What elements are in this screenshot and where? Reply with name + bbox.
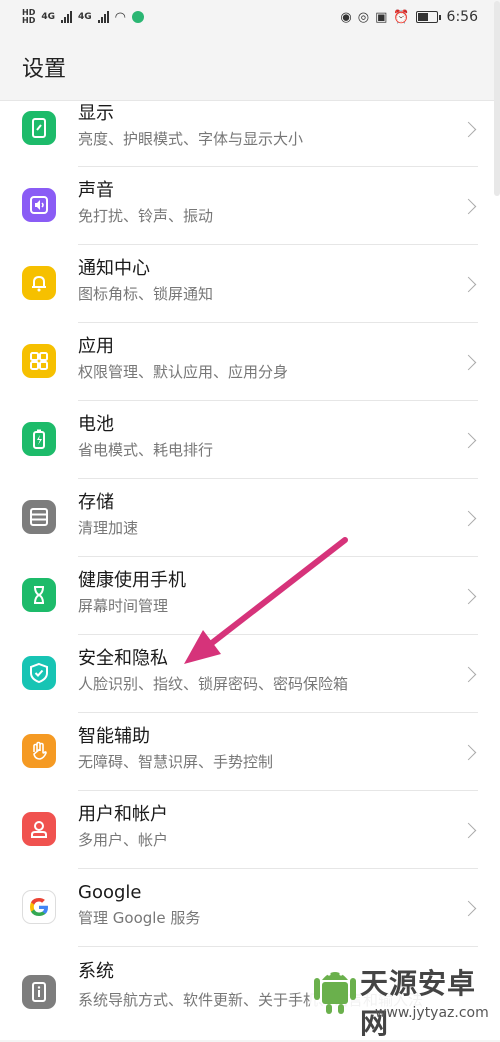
- chevron-right-icon: [460, 354, 477, 371]
- settings-item-title: 显示: [78, 103, 114, 124]
- hd-icon: HD: [22, 16, 36, 25]
- settings-item-title: Google: [78, 882, 142, 903]
- sound-icon: [22, 188, 56, 222]
- settings-item-subtitle: 亮度、护眼模式、字体与显示大小: [78, 130, 304, 148]
- settings-item-users-accounts[interactable]: 用户和帐户 多用户、帐户: [0, 791, 500, 868]
- status-bar: HD HD 4G 4G ◠ ◉ ◎ ▣ ⏰ 6:56: [0, 0, 500, 34]
- settings-item-storage[interactable]: 存储 清理加速: [0, 479, 500, 556]
- settings-item-security-privacy[interactable]: 安全和隐私 人脸识别、指纹、锁屏密码、密码保险箱: [0, 635, 500, 712]
- settings-item-display[interactable]: 显示 亮度、护眼模式、字体与显示大小: [0, 90, 500, 167]
- settings-item-subtitle: 多用户、帐户: [78, 831, 169, 849]
- watermark-logo-icon: [314, 972, 356, 1014]
- bell-icon: [22, 266, 56, 300]
- user-icon: [22, 812, 56, 846]
- settings-item-subtitle: 免打扰、铃声、振动: [78, 207, 214, 225]
- settings-item-title: 用户和帐户: [78, 804, 168, 825]
- status-bar-right: ◉ ◎ ▣ ⏰ 6:56: [340, 9, 478, 25]
- eye-icon: ◎: [357, 9, 370, 25]
- apps-grid-icon: [22, 344, 56, 378]
- settings-item-subtitle: 管理 Google 服务: [78, 909, 201, 927]
- settings-item-title: 存储: [78, 492, 114, 513]
- chevron-right-icon: [460, 276, 477, 293]
- settings-item-subtitle: 清理加速: [78, 519, 139, 537]
- storage-icon: [22, 500, 56, 534]
- chevron-right-icon: [460, 900, 477, 917]
- settings-item-google[interactable]: Google 管理 Google 服务: [0, 869, 500, 946]
- settings-item-subtitle: 权限管理、默认应用、应用分身: [78, 363, 289, 381]
- settings-item-subtitle: 省电模式、耗电排行: [78, 441, 214, 459]
- hand-icon: [22, 734, 56, 768]
- network-type-label: 4G: [41, 12, 55, 22]
- alarm-icon: ⏰: [393, 9, 410, 25]
- shield-icon: [22, 656, 56, 690]
- chevron-right-icon: [460, 822, 477, 839]
- settings-item-subtitle: 图标角标、锁屏通知: [78, 285, 214, 303]
- battery-icon: [22, 422, 56, 456]
- system-info-icon: [22, 975, 56, 1009]
- google-icon: [22, 890, 56, 924]
- display-icon: [22, 111, 56, 145]
- chevron-right-icon: [460, 510, 477, 527]
- clock-time: 6:56: [446, 9, 478, 25]
- chevron-right-icon: [460, 588, 477, 605]
- status-bar-left: HD HD 4G 4G ◠: [22, 9, 144, 25]
- wifi-icon: ◠: [114, 9, 126, 25]
- settings-item-sound[interactable]: 声音 免打扰、铃声、振动: [0, 167, 500, 244]
- app-notification-icon: [132, 11, 144, 23]
- settings-item-title: 安全和隐私: [78, 648, 168, 669]
- settings-item-subtitle: 屏幕时间管理: [78, 597, 169, 615]
- settings-item-title: 智能辅助: [78, 726, 150, 747]
- signal-icon: [61, 11, 72, 23]
- network-type-label: 4G: [78, 12, 92, 22]
- settings-item-smart-assistance[interactable]: 智能辅助 无障碍、智慧识屏、手势控制: [0, 713, 500, 790]
- settings-item-notifications[interactable]: 通知中心 图标角标、锁屏通知: [0, 245, 500, 322]
- watermark-url: www.jytyaz.com: [375, 1005, 489, 1021]
- chevron-right-icon: [460, 121, 477, 138]
- hourglass-icon: [22, 578, 56, 612]
- chevron-right-icon: [460, 198, 477, 215]
- signal-icon: [97, 11, 109, 23]
- chevron-right-icon: [460, 432, 477, 449]
- settings-item-title: 健康使用手机: [78, 570, 186, 591]
- hd-indicators: HD HD: [22, 9, 35, 25]
- scrollbar-thumb[interactable]: [494, 1, 500, 196]
- eye-comfort-icon: ◉: [340, 9, 352, 25]
- settings-item-digital-balance[interactable]: 健康使用手机 屏幕时间管理: [0, 557, 500, 634]
- settings-item-subtitle: 人脸识别、指纹、锁屏密码、密码保险箱: [78, 675, 349, 693]
- settings-item-battery[interactable]: 电池 省电模式、耗电排行: [0, 401, 500, 478]
- nfc-icon: ▣: [375, 9, 388, 25]
- settings-item-subtitle: 无障碍、智慧识屏、手势控制: [78, 753, 274, 771]
- settings-item-title: 通知中心: [78, 258, 150, 279]
- settings-item-title: 应用: [78, 336, 114, 357]
- settings-item-title: 声音: [78, 180, 114, 201]
- settings-item-apps[interactable]: 应用 权限管理、默认应用、应用分身: [0, 323, 500, 400]
- watermark-site-name: 天源安卓网: [360, 967, 477, 1040]
- chevron-right-icon: [460, 666, 477, 683]
- battery-status-icon: [415, 11, 441, 23]
- settings-list: 显示 亮度、护眼模式、字体与显示大小 声音 免打扰、铃声、振动 通知中心 图标角…: [0, 1, 500, 1040]
- chevron-right-icon: [460, 744, 477, 761]
- page-title: 设置: [22, 57, 67, 82]
- settings-item-title: 电池: [78, 414, 114, 435]
